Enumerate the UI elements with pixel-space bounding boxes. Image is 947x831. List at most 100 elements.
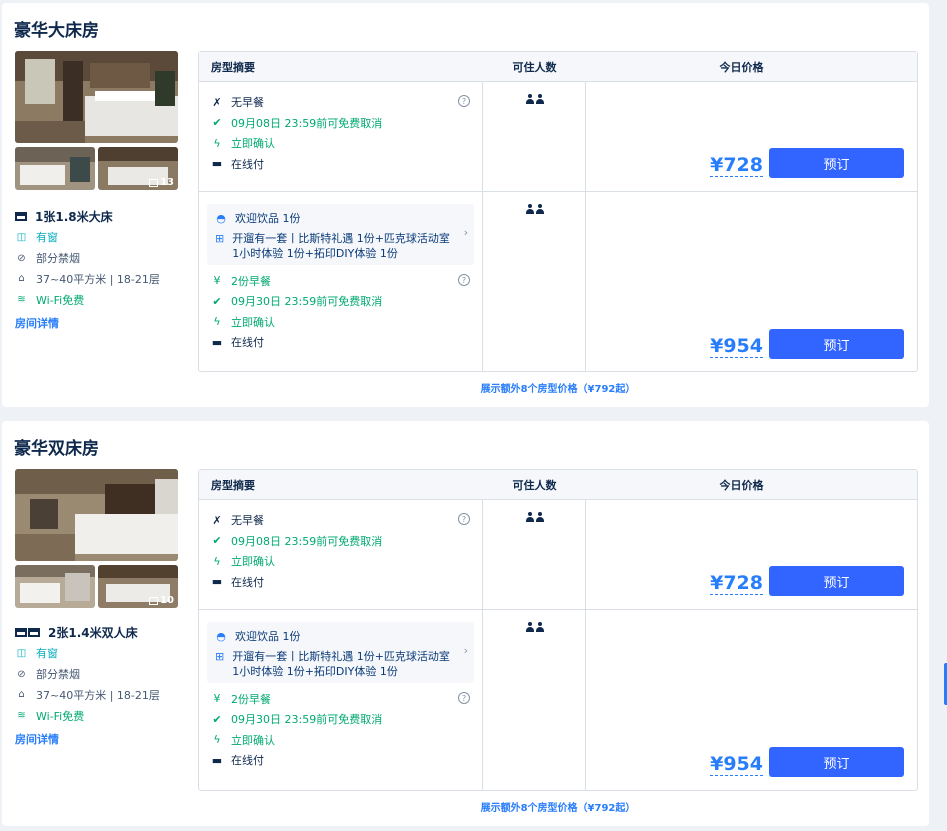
cancel-label: 09月08日 23:59前可免费取消 <box>231 116 383 130</box>
package-label: 开遛有一套丨比斯特礼遇 1份+匹克球活动室1小时体验 1份+拓印DIY体验 1份 <box>232 649 450 678</box>
rate-summary: ◓ 欢迎饮品 1份 ⊞ 开遛有一套丨比斯特礼遇 1份+匹克球活动室1小时体验 1份+… <box>199 192 483 372</box>
help-icon[interactable]: ? <box>458 95 470 107</box>
rate-row: ✗ 无早餐 ✔ 09月08日 23:59前可免费取消 ϟ 立即确认 ▬ 在线付 ? ¥7… <box>199 500 917 610</box>
window-label: 有窗 <box>36 647 58 661</box>
check-circle-icon: ✔ <box>212 294 222 308</box>
size-floor-label: 37~40平方米 | 18-21层 <box>36 272 160 286</box>
price-value[interactable]: ¥728 <box>710 572 763 595</box>
size-floor-info: ⌂ 37~40平方米 | 18-21层 <box>15 269 190 290</box>
occupancy-cell <box>483 500 586 609</box>
package-label: 开遛有一套丨比斯特礼遇 1份+匹克球活动室1小时体验 1份+拓印DIY体验 1份 <box>232 231 450 260</box>
confirm-label: 立即确认 <box>231 733 275 747</box>
wifi-icon: ≋ <box>17 294 26 306</box>
cancel-line[interactable]: ✔ 09月30日 23:59前可免费取消 <box>211 709 470 730</box>
cancel-label: 09月30日 23:59前可免费取消 <box>231 295 383 309</box>
help-icon[interactable]: ? <box>458 513 470 525</box>
pay-line: ▬ 在线付 <box>211 750 470 771</box>
drink-icon: ◓ <box>216 211 226 225</box>
rate-summary: ◓ 欢迎饮品 1份 ⊞ 开遛有一套丨比斯特礼遇 1份+匹克球活动室1小时体验 1份+… <box>199 610 483 790</box>
cancel-line[interactable]: ✔ 09月30日 23:59前可免费取消 <box>211 291 470 312</box>
room-facilities: 2张1.4米双人床 ◫ 有窗 ⊘ 部分禁烟 ⌂ 37~40平方米 | 18-21… <box>15 621 190 749</box>
smoking-info: ⊘ 部分禁烟 <box>15 248 190 269</box>
gift-package[interactable]: ◓ 欢迎饮品 1份 ⊞ 开遛有一套丨比斯特礼遇 1份+匹克球活动室1小时体验 1份+… <box>207 622 474 683</box>
breakfast-icon: ¥ <box>213 692 221 706</box>
price-cell: ¥954 预订 <box>586 192 917 372</box>
price-cell: ¥728 预订 <box>586 82 917 191</box>
window-info: ◫ 有窗 <box>15 643 190 664</box>
price-value[interactable]: ¥728 <box>710 154 763 177</box>
size-floor-info: ⌂ 37~40平方米 | 18-21层 <box>15 685 190 706</box>
wifi-label: Wi-Fi免费 <box>36 293 85 307</box>
book-button[interactable]: 预订 <box>769 148 904 178</box>
room-details-link[interactable]: 房间详情 <box>15 312 190 333</box>
smoking-label: 部分禁烟 <box>36 668 80 682</box>
bed-label: 2张1.4米双人床 <box>48 625 138 640</box>
room-card-king: 豪华大床房 13 1张1.8米大床 ◫ 有窗 ⊘ 部分禁烟 ⌂ 37~40平方米… <box>2 3 929 407</box>
price-value[interactable]: ¥954 <box>710 753 763 776</box>
room-title: 豪华双床房 <box>14 439 99 459</box>
credit-card-icon: ▬ <box>211 335 223 349</box>
room-photo-thumb-more[interactable]: 10 <box>98 565 178 608</box>
smoking-info: ⊘ 部分禁烟 <box>15 664 190 685</box>
two-persons-icon[interactable] <box>483 512 586 525</box>
pay-line: ▬ 在线付 <box>211 332 470 353</box>
two-persons-icon[interactable] <box>483 622 586 635</box>
photo-count-value: 10 <box>160 595 174 606</box>
cancel-line[interactable]: ✔ 09月08日 23:59前可免费取消 <box>211 531 470 552</box>
window-icon: ◫ <box>16 231 27 243</box>
help-icon[interactable]: ? <box>458 692 470 704</box>
price-value[interactable]: ¥954 <box>710 335 763 358</box>
chevron-right-icon: › <box>463 644 468 657</box>
header-summary: 房型摘要 <box>211 478 255 492</box>
lightning-icon: ϟ <box>213 554 221 568</box>
rate-table: 房型摘要 可住人数 今日价格 ✗ 无早餐 ✔ 09月08日 23:59前可免费取消 … <box>198 51 918 372</box>
room-facilities: 1张1.8米大床 ◫ 有窗 ⊘ 部分禁烟 ⌂ 37~40平方米 | 18-21层… <box>15 205 190 333</box>
rate-table-header: 房型摘要 可住人数 今日价格 <box>199 52 917 82</box>
bed-icon <box>15 211 27 221</box>
confirm-line: ϟ 立即确认 <box>211 730 470 751</box>
cancel-line[interactable]: ✔ 09月08日 23:59前可免费取消 <box>211 113 470 134</box>
occupancy-cell <box>483 192 586 372</box>
chevron-right-icon: › <box>463 226 468 239</box>
room-photo-main[interactable] <box>15 469 178 561</box>
occupancy-cell <box>483 610 586 790</box>
book-button[interactable]: 预订 <box>769 566 904 596</box>
breakfast-icon: ¥ <box>213 274 221 288</box>
room-photo-thumb-more[interactable]: 13 <box>98 147 178 190</box>
header-price: 今日价格 <box>719 60 764 74</box>
show-more-rates-link[interactable]: 展示额外8个房型价格（¥792起） <box>198 799 918 814</box>
room-photo-thumb[interactable] <box>15 565 95 608</box>
room-photos[interactable]: 13 <box>15 51 178 190</box>
show-more-rates-link[interactable]: 展示额外8个房型价格（¥792起） <box>198 380 918 395</box>
book-button[interactable]: 预订 <box>769 747 904 777</box>
room-photo-thumb[interactable] <box>15 147 95 190</box>
room-photos[interactable]: 10 <box>15 469 178 608</box>
confirm-line: ϟ 立即确认 <box>211 551 470 572</box>
welcome-drink-label: 欢迎饮品 1份 <box>235 630 301 644</box>
area-icon: ⌂ <box>18 273 25 285</box>
gift-icon: ⊞ <box>215 649 225 663</box>
room-photo-main[interactable] <box>15 51 178 143</box>
two-persons-icon[interactable] <box>483 204 586 217</box>
header-summary: 房型摘要 <box>211 60 255 74</box>
lightning-icon: ϟ <box>213 136 221 150</box>
occupancy-cell <box>483 82 586 191</box>
book-button[interactable]: 预订 <box>769 329 904 359</box>
no-smoking-icon: ⊘ <box>17 668 26 680</box>
meal-label: 2份早餐 <box>231 692 271 706</box>
area-icon: ⌂ <box>18 689 25 701</box>
help-icon[interactable]: ? <box>458 274 470 286</box>
rate-table: 房型摘要 可住人数 今日价格 ✗ 无早餐 ✔ 09月08日 23:59前可免费取消 … <box>198 469 918 791</box>
rate-row: ◓ 欢迎饮品 1份 ⊞ 开遛有一套丨比斯特礼遇 1份+匹克球活动室1小时体验 1份+… <box>199 192 917 372</box>
two-persons-icon[interactable] <box>483 94 586 107</box>
gift-package[interactable]: ◓ 欢迎饮品 1份 ⊞ 开遛有一套丨比斯特礼遇 1份+匹克球活动室1小时体验 1份+… <box>207 204 474 265</box>
thumb-image <box>15 565 95 608</box>
room-photo-image <box>15 469 178 561</box>
pay-label: 在线付 <box>231 575 264 589</box>
room-details-link[interactable]: 房间详情 <box>15 728 190 749</box>
confirm-label: 立即确认 <box>231 315 275 329</box>
credit-card-icon: ▬ <box>211 575 223 589</box>
credit-card-icon: ▬ <box>211 753 223 767</box>
package-line: ⊞ 开遛有一套丨比斯特礼遇 1份+匹克球活动室1小时体验 1份+拓印DIY体验 1… <box>215 231 454 261</box>
wifi-info: ≋ Wi-Fi免费 <box>15 289 190 310</box>
